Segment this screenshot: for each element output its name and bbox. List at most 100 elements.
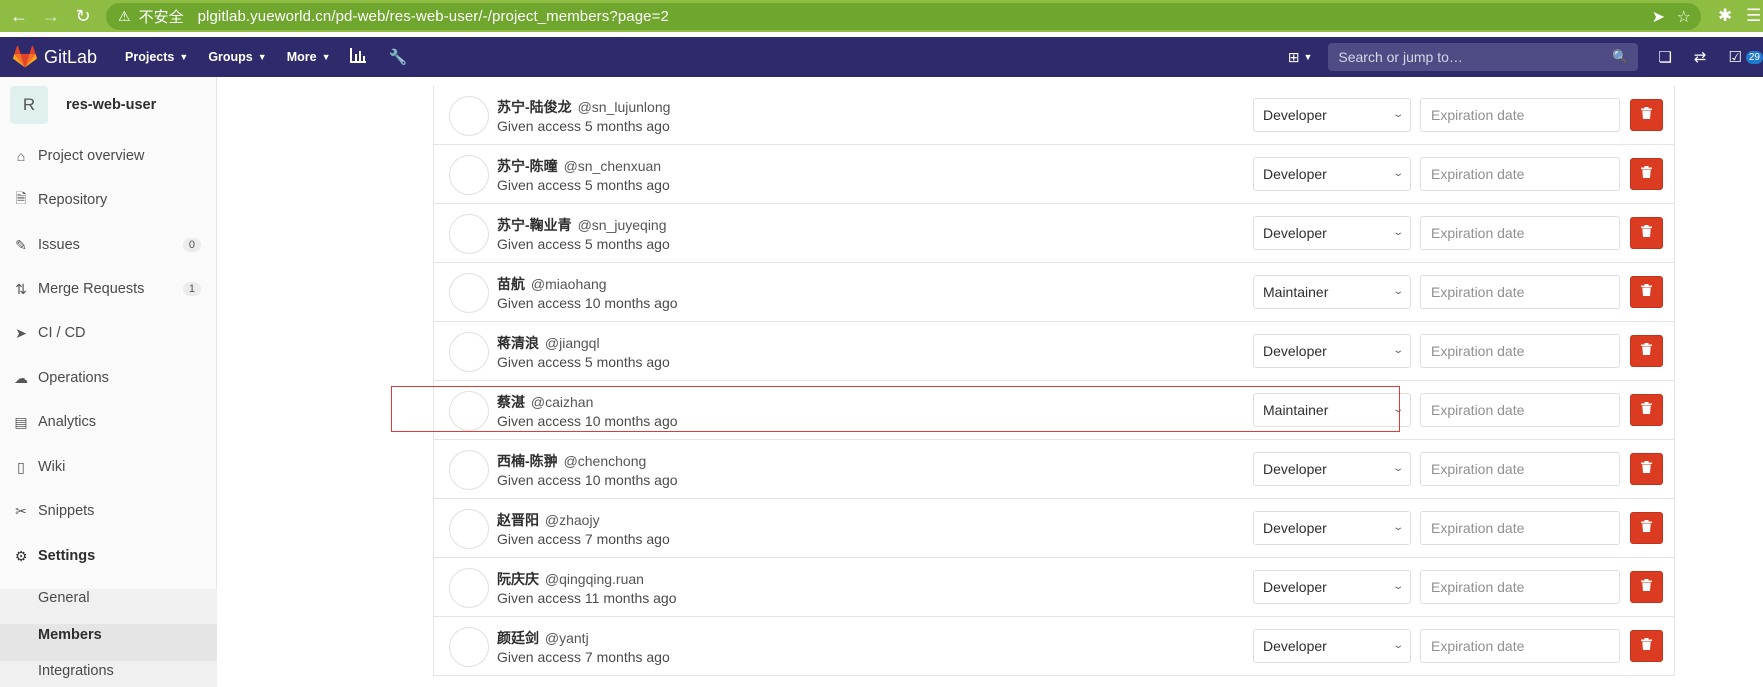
- expiration-date-input[interactable]: Expiration date: [1420, 275, 1620, 309]
- member-name-line: 苗航 @miaohang: [497, 274, 607, 294]
- member-name[interactable]: 蔡湛: [497, 394, 525, 410]
- new-dropdown[interactable]: ⊞ ▼: [1288, 49, 1313, 66]
- address-bar[interactable]: ⚠ 不安全 plgitlab.yueworld.cn/pd-web/res-we…: [106, 3, 1701, 30]
- scissors-icon: ✂: [15, 502, 27, 519]
- user-avatar[interactable]: [449, 627, 489, 667]
- project-context[interactable]: R res-web-user: [0, 77, 216, 133]
- activity-chart-icon[interactable]: [350, 47, 367, 67]
- remove-member-button[interactable]: [1630, 512, 1663, 544]
- send-icon[interactable]: ➤: [1652, 7, 1665, 27]
- top-menu: Projects ▼ Groups ▼ More ▼ 🔧: [125, 47, 429, 67]
- browser-menu-icon[interactable]: ☰: [1746, 6, 1761, 26]
- user-avatar[interactable]: [449, 332, 489, 372]
- sidebar-item-settings[interactable]: ⚙ Settings: [0, 541, 217, 571]
- expiration-date-input[interactable]: Expiration date: [1420, 452, 1620, 486]
- member-name[interactable]: 阮庆庆: [497, 571, 539, 587]
- user-avatar[interactable]: [449, 391, 489, 431]
- role-dropdown[interactable]: Maintainer ⌄: [1253, 393, 1411, 427]
- admin-wrench-icon[interactable]: 🔧: [388, 48, 407, 66]
- role-dropdown[interactable]: Developer ⌄: [1253, 157, 1411, 191]
- member-name[interactable]: 颜廷剑: [497, 630, 539, 646]
- bookmark-star-icon[interactable]: ☆: [1677, 7, 1691, 27]
- role-dropdown[interactable]: Developer ⌄: [1253, 511, 1411, 545]
- sidebar-item-merge-requests[interactable]: ⇅ Merge Requests 1: [0, 274, 217, 304]
- remove-member-button[interactable]: [1630, 276, 1663, 308]
- remove-member-button[interactable]: [1630, 571, 1663, 603]
- sidebar-item-operations[interactable]: ☁ Operations: [0, 363, 217, 393]
- member-handle: @sn_lujunlong: [577, 99, 671, 115]
- member-row: 苏宁-陆俊龙 @sn_lujunlong Given access 5 mont…: [434, 86, 1674, 145]
- menu-more[interactable]: More ▼: [287, 50, 331, 64]
- user-avatar[interactable]: [449, 509, 489, 549]
- user-avatar[interactable]: [449, 155, 489, 195]
- role-dropdown[interactable]: Maintainer ⌄: [1253, 275, 1411, 309]
- sidebar-item-label: Repository: [38, 192, 108, 208]
- role-dropdown[interactable]: Developer ⌄: [1253, 452, 1411, 486]
- submenu-general[interactable]: General: [38, 590, 90, 606]
- expiration-date-input[interactable]: Expiration date: [1420, 157, 1620, 191]
- user-avatar[interactable]: [449, 450, 489, 490]
- remove-member-button[interactable]: [1630, 394, 1663, 426]
- expiration-date-input[interactable]: Expiration date: [1420, 629, 1620, 663]
- submenu-members[interactable]: Members: [38, 627, 102, 643]
- menu-label: Groups: [208, 50, 253, 64]
- remove-member-button[interactable]: [1630, 217, 1663, 249]
- todos-icon[interactable]: ☑: [1728, 48, 1741, 66]
- sidebar-item-issues[interactable]: ✎ Issues 0: [0, 230, 217, 260]
- expiration-date-input[interactable]: Expiration date: [1420, 98, 1620, 132]
- member-access-info: Given access 10 months ago: [497, 295, 678, 311]
- extensions-icon[interactable]: ✱: [1718, 6, 1732, 26]
- sidebar-item-wiki[interactable]: ▯ Wiki: [0, 452, 217, 482]
- user-avatar[interactable]: [449, 96, 489, 136]
- remove-member-button[interactable]: [1630, 453, 1663, 485]
- sidebar-item-repository[interactable]: 🗎 Repository: [0, 185, 217, 215]
- gitlab-logo-icon: [13, 46, 37, 68]
- expiration-date-input[interactable]: Expiration date: [1420, 216, 1620, 250]
- member-name-line: 苏宁-陈曈 @sn_chenxuan: [497, 156, 661, 176]
- remove-member-button[interactable]: [1630, 335, 1663, 367]
- sidebar-item-ci-cd[interactable]: ➤ CI / CD: [0, 318, 217, 348]
- menu-groups[interactable]: Groups ▼: [208, 50, 266, 64]
- sidebar-item-project-overview[interactable]: ⌂ Project overview: [0, 141, 217, 171]
- back-icon[interactable]: ←: [6, 3, 32, 29]
- merge-requests-shortcut-icon[interactable]: ⇄: [1694, 48, 1707, 66]
- remove-member-button[interactable]: [1630, 158, 1663, 190]
- member-name[interactable]: 苏宁-陆俊龙: [497, 99, 572, 115]
- url-text[interactable]: plgitlab.yueworld.cn/pd-web/res-web-user…: [198, 8, 669, 25]
- member-name[interactable]: 西楠-陈翀: [497, 453, 558, 469]
- sidebar-item-label: Merge Requests: [38, 281, 145, 297]
- gitlab-home-link[interactable]: GitLab: [13, 46, 97, 68]
- member-name[interactable]: 苏宁-鞠业青: [497, 217, 572, 233]
- user-avatar[interactable]: [449, 214, 489, 254]
- expiration-date-input[interactable]: Expiration date: [1420, 511, 1620, 545]
- role-dropdown[interactable]: Developer ⌄: [1253, 334, 1411, 368]
- expiration-date-input[interactable]: Expiration date: [1420, 334, 1620, 368]
- remove-member-button[interactable]: [1630, 99, 1663, 131]
- role-dropdown[interactable]: Developer ⌄: [1253, 629, 1411, 663]
- expiration-date-input[interactable]: Expiration date: [1420, 570, 1620, 604]
- reload-icon[interactable]: ↻: [70, 3, 96, 29]
- trash-icon: [1641, 342, 1652, 360]
- sidebar-item-snippets[interactable]: ✂ Snippets: [0, 496, 217, 526]
- role-dropdown[interactable]: Developer ⌄: [1253, 216, 1411, 250]
- menu-projects[interactable]: Projects ▼: [125, 50, 188, 64]
- role-dropdown[interactable]: Developer ⌄: [1253, 98, 1411, 132]
- submenu-integrations[interactable]: Integrations: [38, 663, 114, 679]
- member-name-line: 西楠-陈翀 @chenchong: [497, 451, 646, 471]
- sidebar-item-analytics[interactable]: ▤ Analytics: [0, 407, 217, 437]
- member-name[interactable]: 赵晋阳: [497, 512, 539, 528]
- merge-requests-count-badge: 1: [182, 282, 201, 296]
- member-name[interactable]: 苏宁-陈曈: [497, 158, 558, 174]
- member-name[interactable]: 蒋清浪: [497, 335, 539, 351]
- issues-shortcut-icon[interactable]: ❏: [1658, 48, 1671, 66]
- member-row: 蔡湛 @caizhan Given access 10 months ago M…: [434, 381, 1674, 440]
- user-avatar[interactable]: [449, 273, 489, 313]
- remove-member-button[interactable]: [1630, 630, 1663, 662]
- member-name[interactable]: 苗航: [497, 276, 525, 292]
- role-dropdown[interactable]: Developer ⌄: [1253, 570, 1411, 604]
- user-avatar[interactable]: [449, 568, 489, 608]
- expiration-date-input[interactable]: Expiration date: [1420, 393, 1620, 427]
- gitlab-navbar: GitLab Projects ▼ Groups ▼ More ▼ 🔧 ⊞ ▼ …: [0, 37, 1763, 77]
- search-input[interactable]: Search or jump to… 🔍: [1328, 43, 1639, 71]
- forward-icon[interactable]: →: [38, 3, 64, 29]
